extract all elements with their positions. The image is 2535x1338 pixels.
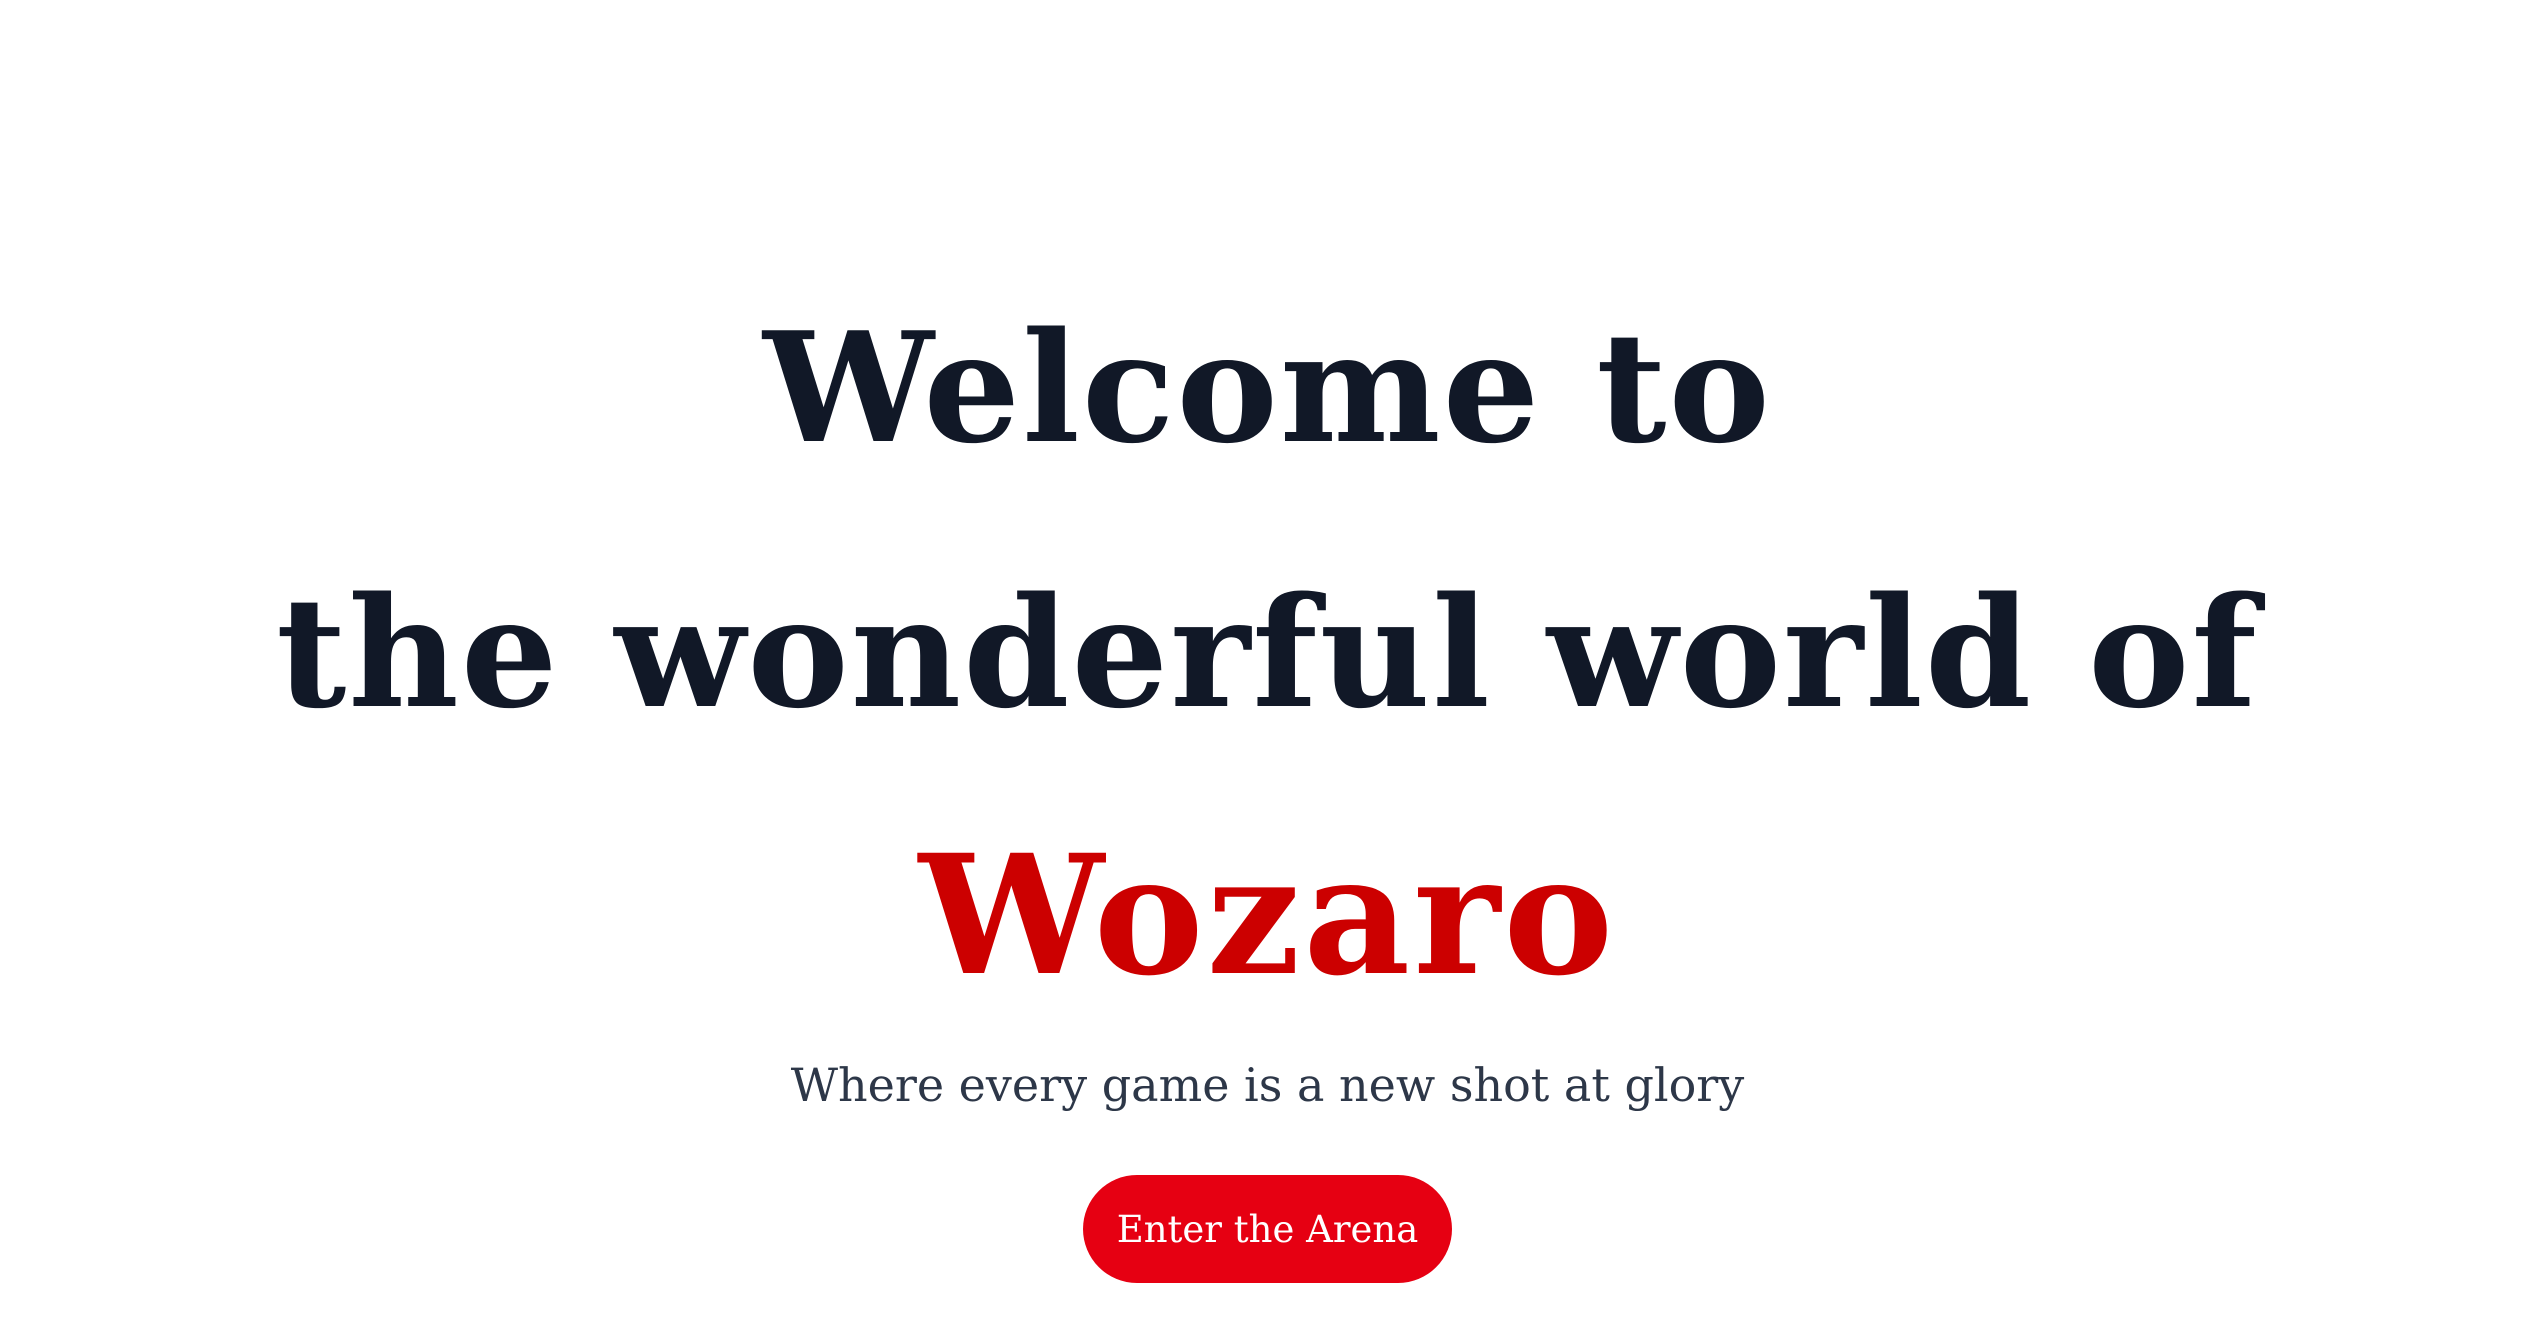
landing-page: Welcome to the wonderful world of Wozaro…: [0, 0, 2535, 1338]
tagline: Where every game is a new shot at glory: [790, 1058, 1745, 1112]
headline-line-1: Welcome to: [763, 298, 1772, 477]
enter-arena-button[interactable]: Enter the Arena: [1082, 1175, 1453, 1283]
brand-name: Wozaro: [918, 818, 1617, 1012]
hero-headline: Welcome to the wonderful world of: [276, 255, 2259, 785]
headline-line-2: the wonderful world of: [276, 563, 2259, 742]
